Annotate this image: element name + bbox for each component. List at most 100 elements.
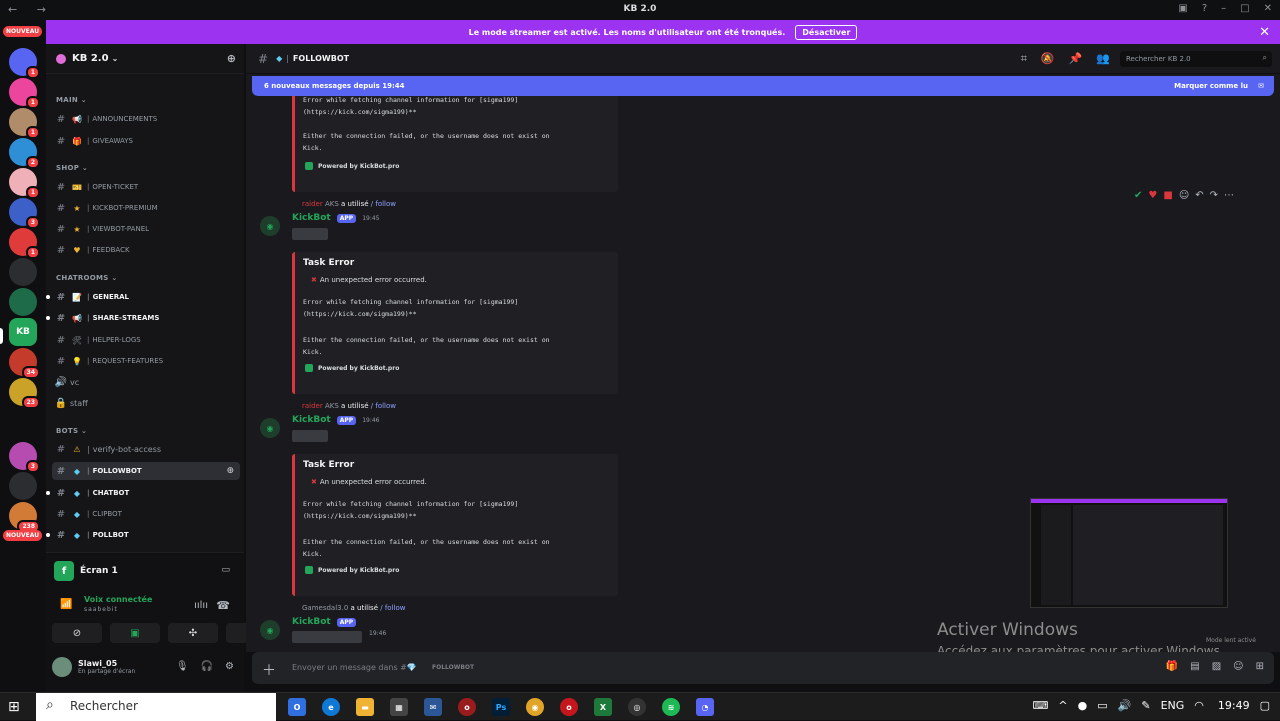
mail-icon[interactable]: ✉ [424,698,442,716]
maximize-button[interactable]: □ [1240,3,1249,14]
channel-vc[interactable]: 🔊 vc [52,373,240,391]
channel-pollbot[interactable]: # ◆ | POLLBOT [46,526,240,544]
channel-open-ticket[interactable]: # 🎫 | OPEN-TICKET [52,178,240,196]
disconnect-icon[interactable]: ☎ [216,599,230,612]
server-icon-4[interactable]: 2 [9,138,40,169]
pen-icon[interactable]: ✎ [1141,699,1150,712]
channel-announcements[interactable]: # 📢 | ANNOUNCEMENTS [52,110,240,128]
clock[interactable]: 19:49 [1218,699,1250,712]
mark-as-read-button[interactable]: Marquer comme lu [1174,82,1248,90]
battery-icon[interactable]: ▭ [1097,699,1107,712]
category-main[interactable]: MAIN ⌄ [56,96,87,104]
server-icon-13[interactable]: 3 [9,442,40,473]
channel-feedback[interactable]: # ♥ | FEEDBACK [52,241,240,259]
user-panel[interactable]: Slawi_05 En partage d'écran [52,657,135,677]
obs-icon[interactable]: ◎ [628,698,646,716]
minimize-button[interactable]: – [1221,3,1226,14]
add-member-icon[interactable]: ⊕ [227,52,236,65]
inbox-icon[interactable]: ▣ [1178,3,1187,14]
server-icon-5[interactable]: 1 [9,168,40,199]
message-author[interactable]: KickBot APP [292,617,357,627]
emoji-icon[interactable]: ☺ [1233,661,1243,672]
wifi-icon[interactable]: ◠ [1194,699,1204,712]
channel-request-features[interactable]: # 💡 | REQUEST-FEATURES [52,352,240,370]
command-link[interactable]: / follow [371,200,396,208]
keyboard-icon[interactable]: ⌨ [1033,699,1049,712]
channel-verify-bot-access[interactable]: # ⚠ | verify-bot-access [52,440,240,458]
new-messages-bar[interactable]: 6 nouveaux messages depuis 19:44 Marquer… [252,76,1274,96]
category-shop[interactable]: SHOP ⌄ [56,164,88,172]
reply-context[interactable]: Gamesdal3.0 a utilisé / follow [302,604,405,612]
more-icon[interactable]: ⋯ [1224,190,1234,201]
check-reaction-icon[interactable]: ✔ [1134,190,1142,201]
headphones-icon[interactable]: 🎧 [201,661,213,672]
reply-context[interactable]: raider AKS a utilisé / follow [302,402,396,410]
server-icon-7[interactable]: 1 [9,228,40,259]
disable-streamer-button[interactable]: Désactiver [795,24,858,40]
chevron-up-icon[interactable]: ^ [1058,699,1067,712]
channel-kickbot-premium[interactable]: # ★ | KICKBOT-PREMIUM [52,199,240,217]
server-icon-8[interactable] [9,258,37,286]
server-icon-3[interactable]: 1 [9,108,40,139]
help-icon[interactable]: ? [1202,3,1207,14]
close-window-button[interactable]: ✕ [1264,3,1272,14]
sticker-icon[interactable]: ▨ [1212,661,1221,672]
opera-icon[interactable]: o [458,698,476,716]
bot-avatar[interactable]: ◉ [260,216,280,236]
flag-reaction-icon[interactable]: ■ [1163,190,1172,201]
server-icon-2[interactable]: 1 [9,78,40,109]
message-author[interactable]: KickBot APP 19:46 [292,415,379,425]
close-icon[interactable]: ✕ [1259,25,1270,40]
windows-start-icon[interactable]: ⊞ [8,699,20,715]
channel-share-streams[interactable]: # 📢 | SHARE-STREAMS [46,309,240,327]
channel-helper-logs[interactable]: # 🛠 | HELPER-LOGS [52,331,240,349]
edge-icon[interactable]: e [322,698,340,716]
language-indicator[interactable]: ENG [1161,699,1185,712]
bell-off-icon[interactable]: 🔕 [1041,52,1055,66]
file-explorer-icon[interactable]: ▬ [356,698,374,716]
channel-giveaways[interactable]: # 🎁 | GIVEAWAYS [52,132,240,150]
discord-icon[interactable]: ◔ [696,698,714,716]
members-icon[interactable]: 👥 [1096,52,1110,66]
forward-icon[interactable]: ↷ [1210,190,1218,201]
screen-preview-thumbnail[interactable] [1030,498,1228,608]
message-composer[interactable]: ＋ Envoyer un message dans #💎 FOLLOWBOT 🎁… [252,652,1274,684]
gif-icon[interactable]: ▤ [1190,661,1199,672]
server-icon-9[interactable] [9,288,37,316]
outlook-icon[interactable]: O [288,698,306,716]
command-link[interactable]: / follow [371,402,396,410]
add-reaction-icon[interactable]: ☺ [1179,190,1189,201]
microphone-icon[interactable]: 🎙 [176,661,189,672]
spotify-icon[interactable]: ≋ [662,698,680,716]
excel-icon[interactable]: X [594,698,612,716]
screen-share-button[interactable]: ▣ [110,623,160,643]
search-input[interactable]: Rechercher KB 2.0 ⌕ [1120,51,1272,67]
camera-off-button[interactable]: ⊘ [52,623,102,643]
activities-button[interactable]: ✣ [168,623,218,643]
channel-viewbot-panel[interactable]: # ★ | VIEWBOT-PANEL [52,220,240,238]
heart-reaction-icon[interactable]: ♥ [1148,190,1157,201]
reply-context[interactable]: raider AKS a utilisé / follow [302,200,396,208]
channel-chatbot[interactable]: # ◆ | CHATBOT [46,484,240,502]
bot-avatar[interactable]: ◉ [260,620,280,640]
server-icon-12[interactable]: 23 [9,378,40,409]
notifications-icon[interactable]: ▢ [1260,699,1270,712]
taskbar-search[interactable]: ⌕ Rechercher [36,693,276,721]
message-author[interactable]: KickBot APP 19:45 [292,213,379,223]
server-icon-1[interactable]: 1 [9,48,40,79]
gear-icon[interactable]: ⚙ [225,661,234,672]
server-icon-14[interactable] [9,472,37,500]
plus-icon[interactable]: ＋ [262,660,276,680]
add-member-icon[interactable]: ⊕ [226,466,234,476]
volume-icon[interactable]: 🔊 [1118,699,1132,712]
bot-avatar[interactable]: ◉ [260,418,280,438]
chrome-icon[interactable]: ◉ [526,698,544,716]
channel-clipbot[interactable]: # ◆ | CLIPBOT [52,505,240,523]
apps-icon[interactable]: ⊞ [1256,661,1264,672]
server-icon-kb[interactable]: KB [9,318,37,346]
noise-suppression-icon[interactable]: ıılıı [194,600,208,611]
popout-icon[interactable]: ▭ [221,565,230,575]
category-bots[interactable]: BOTS ⌄ [56,427,87,435]
server-header[interactable]: KB 2.0 ⌄ ⊕ [46,44,244,74]
channel-staff[interactable]: 🔒 staff [52,394,240,412]
